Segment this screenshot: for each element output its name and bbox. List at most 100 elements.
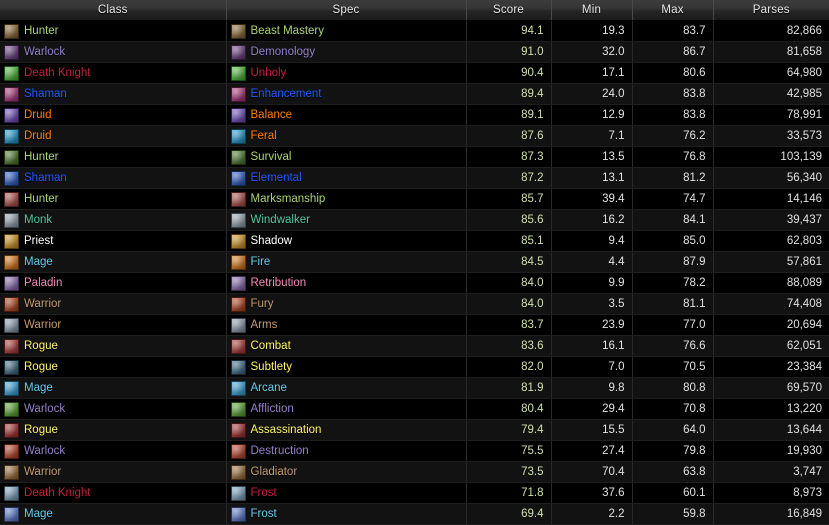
table-row[interactable]: Warlock Affliction 80.4 29.4 70.8 13,220 [0, 398, 829, 420]
column-header-max[interactable]: Max [632, 0, 714, 21]
cell-max: 80.6 [632, 62, 714, 84]
spec-label: Beast Mastery [250, 24, 325, 37]
class-label: Rogue [24, 339, 58, 352]
cell-score: 81.9 [466, 377, 552, 399]
spec-label: Shadow [250, 234, 293, 247]
cell-parses: 78,991 [713, 104, 829, 126]
table-row[interactable]: Mage Arcane 81.9 9.8 80.8 69,570 [0, 377, 829, 399]
spec-icon-unholy [230, 65, 246, 81]
cell-class: Warrior [0, 461, 227, 483]
class-icon-rogue [4, 338, 19, 354]
cell-class: Paladin [0, 272, 227, 294]
table-row[interactable]: Rogue Combat 83.6 16.1 76.6 62,051 [0, 335, 829, 357]
cell-max: 76.6 [632, 335, 714, 357]
column-header-score[interactable]: Score [466, 0, 552, 21]
spec-icon-marksmanship [230, 191, 246, 207]
cell-max: 87.9 [632, 251, 714, 273]
cell-spec: Balance [226, 104, 467, 126]
column-header-spec[interactable]: Spec [226, 0, 467, 21]
cell-min: 7.0 [551, 356, 633, 378]
cell-min: 32.0 [551, 41, 633, 63]
table-row[interactable]: Warrior Arms 83.7 23.9 77.0 20,694 [0, 314, 829, 336]
table-row[interactable]: Warrior Gladiator 73.5 70.4 63.8 3,747 [0, 461, 829, 483]
table-row[interactable]: Warrior Fury 84.0 3.5 81.1 74,408 [0, 293, 829, 315]
cell-max: 83.8 [632, 83, 714, 105]
class-icon-mage [4, 254, 19, 270]
class-icon-hunter [4, 149, 19, 165]
class-icon-monk [4, 212, 19, 228]
cell-spec: Windwalker [226, 209, 467, 231]
cell-max: 74.7 [632, 188, 714, 210]
spec-icon-elemental [230, 170, 246, 186]
table-row[interactable]: Rogue Assassination 79.4 15.5 64.0 13,644 [0, 419, 829, 441]
cell-min: 70.4 [551, 461, 633, 483]
cell-spec: Survival [226, 146, 467, 168]
table-row[interactable]: Hunter Marksmanship 85.7 39.4 74.7 14,146 [0, 188, 829, 210]
cell-class: Hunter [0, 20, 227, 42]
class-icon-druid [4, 128, 19, 144]
cell-spec: Frost [226, 503, 467, 525]
spec-icon-subtlety [230, 359, 246, 375]
table-row[interactable]: Druid Feral 87.6 7.1 76.2 33,573 [0, 125, 829, 147]
table-row[interactable]: Monk Windwalker 85.6 16.2 84.1 39,437 [0, 209, 829, 231]
table-row[interactable]: Mage Frost 69.4 2.2 59.8 16,849 [0, 503, 829, 525]
class-icon-shaman [4, 170, 19, 186]
cell-score: 85.7 [466, 188, 552, 210]
table-row[interactable]: Hunter Survival 87.3 13.5 76.8 103,139 [0, 146, 829, 168]
cell-score: 90.4 [466, 62, 552, 84]
cell-class: Warlock [0, 398, 227, 420]
cell-parses: 62,051 [713, 335, 829, 357]
class-icon-hunter [4, 23, 19, 39]
class-label: Warlock [24, 444, 66, 457]
spec-label: Enhancement [250, 87, 322, 100]
cell-min: 16.2 [551, 209, 633, 231]
cell-parses: 39,437 [713, 209, 829, 231]
cell-min: 4.4 [551, 251, 633, 273]
cell-score: 71.8 [466, 482, 552, 504]
cell-min: 23.9 [551, 314, 633, 336]
column-header-parses[interactable]: Parses [713, 0, 829, 21]
cell-class: Monk [0, 209, 227, 231]
cell-min: 13.5 [551, 146, 633, 168]
table-row[interactable]: Death Knight Unholy 90.4 17.1 80.6 64,980 [0, 62, 829, 84]
table-row[interactable]: Warlock Demonology 91.0 32.0 86.7 81,658 [0, 41, 829, 63]
table-row[interactable]: Mage Fire 84.5 4.4 87.9 57,861 [0, 251, 829, 273]
spec-label: Gladiator [250, 465, 298, 478]
cell-parses: 13,220 [713, 398, 829, 420]
table-row[interactable]: Death Knight Frost 71.8 37.6 60.1 8,973 [0, 482, 829, 504]
cell-parses: 42,985 [713, 83, 829, 105]
cell-spec: Enhancement [226, 83, 467, 105]
cell-spec: Feral [226, 125, 467, 147]
class-icon-hunter [4, 191, 19, 207]
class-label: Warrior [24, 318, 62, 331]
cell-spec: Unholy [226, 62, 467, 84]
table-body: Hunter Beast Mastery 94.1 19.3 83.7 82,866 War… [0, 20, 829, 525]
cell-class: Shaman [0, 167, 227, 189]
table-row[interactable]: Shaman Enhancement 89.4 24.0 83.8 42,985 [0, 83, 829, 105]
column-header-class[interactable]: Class [0, 0, 227, 21]
cell-spec: Assassination [226, 419, 467, 441]
cell-class: Death Knight [0, 62, 227, 84]
table-row[interactable]: Hunter Beast Mastery 94.1 19.3 83.7 82,866 [0, 20, 829, 42]
cell-spec: Gladiator [226, 461, 467, 483]
spec-label: Subtlety [250, 360, 293, 373]
class-icon-rogue [4, 359, 19, 375]
table-row[interactable]: Rogue Subtlety 82.0 7.0 70.5 23,384 [0, 356, 829, 378]
spec-label: Retribution [250, 276, 307, 289]
table-row[interactable]: Warlock Destruction 75.5 27.4 79.8 19,930 [0, 440, 829, 462]
class-icon-warlock [4, 401, 19, 417]
table-row[interactable]: Shaman Elemental 87.2 13.1 81.2 56,340 [0, 167, 829, 189]
table-row[interactable]: Paladin Retribution 84.0 9.9 78.2 88,089 [0, 272, 829, 294]
cell-parses: 8,973 [713, 482, 829, 504]
table-row[interactable]: Priest Shadow 85.1 9.4 85.0 62,803 [0, 230, 829, 252]
spec-label: Survival [250, 150, 292, 163]
table-row[interactable]: Druid Balance 89.1 12.9 83.8 78,991 [0, 104, 829, 126]
column-header-min[interactable]: Min [551, 0, 633, 21]
cell-parses: 64,980 [713, 62, 829, 84]
cell-class: Rogue [0, 335, 227, 357]
spec-icon-shadow [230, 233, 246, 249]
cell-max: 76.2 [632, 125, 714, 147]
cell-parses: 62,803 [713, 230, 829, 252]
cell-score: 82.0 [466, 356, 552, 378]
spec-label: Marksmanship [250, 192, 326, 205]
